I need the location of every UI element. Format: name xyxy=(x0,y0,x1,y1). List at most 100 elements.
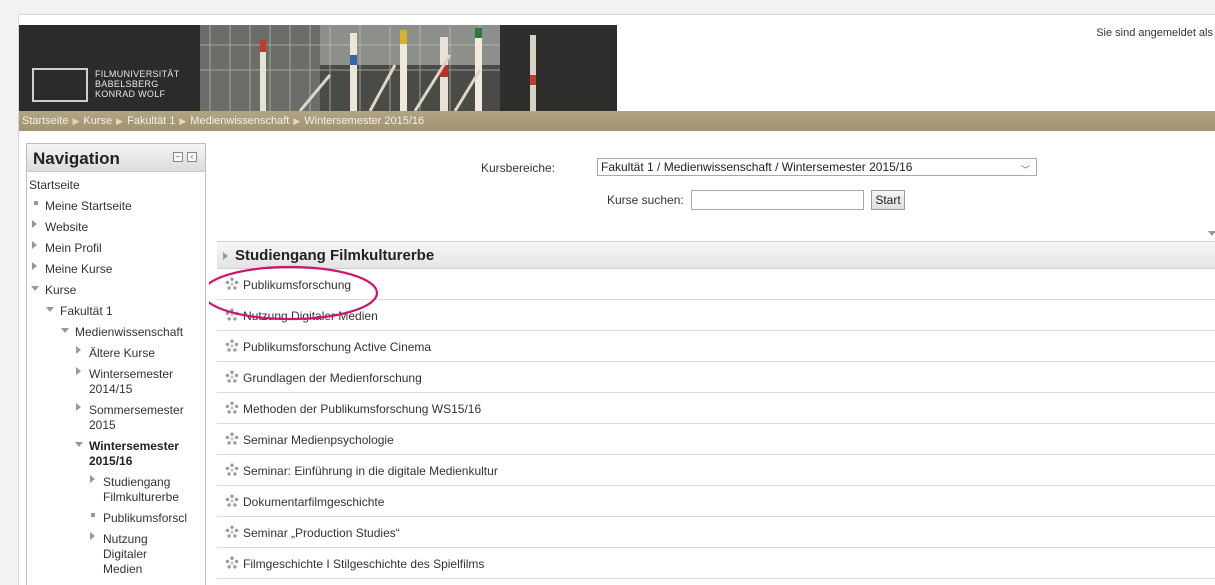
course-link[interactable]: Filmgeschichte I Stilgeschichte des Spie… xyxy=(243,557,484,571)
course-link[interactable]: Seminar Medienpsychologie xyxy=(243,433,394,447)
bullet-icon xyxy=(32,199,40,207)
course-row[interactable]: Publikumsforschung xyxy=(217,269,1215,300)
course-icon xyxy=(225,370,239,384)
nav-item-startseite[interactable]: Startseite xyxy=(27,175,205,196)
expand-arrow-icon xyxy=(223,252,228,260)
logo-line-2: BABELSBERG xyxy=(95,79,159,89)
course-row[interactable]: Film und Erziehung xyxy=(217,579,1215,585)
logo-frame-icon xyxy=(32,68,88,102)
expand-arrow-icon xyxy=(32,220,40,228)
logo-line-3: KONRAD WOLF xyxy=(95,89,166,99)
course-link[interactable]: Publikumsforschung Active Cinema xyxy=(243,340,431,354)
course-row[interactable]: Publikumsforschung Active Cinema xyxy=(217,331,1215,362)
collapse-arrow-icon xyxy=(31,286,39,294)
breadcrumb-separator-icon: ▶ xyxy=(293,116,301,126)
nav-item-nutzung-digitaler-medien[interactable]: Nutzung Digitaler Medien xyxy=(27,529,205,580)
university-logo[interactable]: FILMUNIVERSITÄT BABELSBERG KONRAD WOLF xyxy=(19,25,200,111)
breadcrumb-startseite[interactable]: Startseite xyxy=(22,115,68,127)
course-icon xyxy=(225,525,239,539)
expand-arrow-icon xyxy=(76,367,84,375)
nav-item-mein-profil[interactable]: Mein Profil xyxy=(27,238,205,259)
search-start-button[interactable]: Start xyxy=(871,190,905,210)
navigation-tree: Startseite Meine Startseite Website Mein… xyxy=(27,172,205,580)
course-row[interactable]: Grundlagen der Medienforschung xyxy=(217,362,1215,393)
nav-item-website[interactable]: Website xyxy=(27,217,205,238)
nav-item-meine-startseite[interactable]: Meine Startseite xyxy=(27,196,205,217)
expand-arrow-icon xyxy=(76,346,84,354)
nav-item-fakultaet-1[interactable]: Fakultät 1 xyxy=(27,301,205,322)
collapse-block-icon[interactable]: – xyxy=(173,152,183,162)
nav-item-label: Mein Profil xyxy=(45,241,102,255)
dock-block-icon[interactable]: ‹ xyxy=(187,152,197,162)
expand-arrow-icon xyxy=(32,241,40,249)
category-select[interactable]: Fakultät 1 / Medienwissenschaft / Winter… xyxy=(597,158,1037,176)
category-selected-value: Fakultät 1 / Medienwissenschaft / Winter… xyxy=(601,160,913,174)
nav-item-label: Wintersemester xyxy=(89,367,174,381)
collapse-arrow-icon xyxy=(75,442,83,450)
course-link[interactable]: Publikumsforschung xyxy=(243,278,351,292)
course-category-header[interactable]: Studiengang Filmkulturerbe xyxy=(217,241,1215,269)
course-icon xyxy=(225,277,239,291)
nav-item-medienwissenschaft[interactable]: Medienwissenschaft xyxy=(27,322,205,343)
breadcrumb-bar: Startseite ▶ Kurse ▶ Fakultät 1 ▶ Medienwissen… xyxy=(19,111,1215,131)
nav-item-aeltere-kurse[interactable]: Ältere Kurse xyxy=(27,343,205,364)
nav-item-meine-kurse[interactable]: Meine Kurse xyxy=(27,259,205,280)
expand-arrow-icon xyxy=(90,532,98,540)
nav-item-label-line2: Digitaler xyxy=(103,547,148,561)
nav-item-studiengang-filmkulturerbe[interactable]: Studiengang Filmkulturerbe xyxy=(27,472,205,508)
nav-item-label: Sommersemester xyxy=(89,403,184,417)
course-icon xyxy=(225,432,239,446)
course-link[interactable]: Dokumentarfilmgeschichte xyxy=(243,495,384,509)
breadcrumb-kurse[interactable]: Kurse xyxy=(83,115,112,127)
nav-item-label: Ältere Kurse xyxy=(89,346,156,360)
course-row[interactable]: Seminar „Production Studies“ xyxy=(217,517,1215,548)
nav-item-label-line2: Filmkulturerbe xyxy=(103,490,180,504)
main-content: Kursbereiche: Fakultät 1 / Medienwissens… xyxy=(209,143,1215,585)
nav-item-label: Wintersemester xyxy=(89,439,179,453)
breadcrumb-medienwissenschaft[interactable]: Medienwissenschaft xyxy=(190,115,289,127)
course-link[interactable]: Methoden der Publikumsforschung WS15/16 xyxy=(243,402,481,416)
course-row[interactable]: Dokumentarfilmgeschichte xyxy=(217,486,1215,517)
page-header: FILMUNIVERSITÄT BABELSBERG KONRAD WOLF S… xyxy=(19,15,1215,111)
course-icon xyxy=(225,463,239,477)
breadcrumb-separator-icon: ▶ xyxy=(179,116,187,126)
course-link[interactable]: Seminar: Einführung in die digitale Medi… xyxy=(243,464,498,478)
course-row[interactable]: Seminar Medienpsychologie xyxy=(217,424,1215,455)
nav-item-ss-2015[interactable]: Sommersemester 2015 xyxy=(27,400,205,436)
course-category-title: Studiengang Filmkulturerbe xyxy=(235,247,435,264)
nav-item-label: Website xyxy=(45,220,89,234)
navigation-header: Navigation – ‹ xyxy=(27,144,205,172)
nav-item-kurse[interactable]: Kurse xyxy=(27,280,205,301)
collapse-arrow-icon[interactable] xyxy=(1208,231,1215,236)
breadcrumb-separator-icon: ▶ xyxy=(72,116,80,126)
course-row[interactable]: Filmgeschichte I Stilgeschichte des Spie… xyxy=(217,548,1215,579)
nav-item-ws-2015-16[interactable]: Wintersemester 2015/16 xyxy=(27,436,205,472)
nav-item-label: Publikumsforscl xyxy=(103,511,188,525)
course-link[interactable]: Nutzung Digitaler Medien xyxy=(243,309,378,323)
nav-item-publikumsforschung[interactable]: Publikumsforscl xyxy=(27,508,205,529)
nav-item-label-line3: Medien xyxy=(103,562,143,576)
nav-item-ws-2014-15[interactable]: Wintersemester 2014/15 xyxy=(27,364,205,400)
breadcrumb-fakultaet[interactable]: Fakultät 1 xyxy=(127,115,175,127)
course-link[interactable]: Grundlagen der Medienforschung xyxy=(243,371,422,385)
navigation-title: Navigation xyxy=(33,149,120,168)
course-row[interactable]: Seminar: Einführung in die digitale Medi… xyxy=(217,455,1215,486)
nav-item-label-line2: 2015 xyxy=(89,418,116,432)
course-row[interactable]: Methoden der Publikumsforschung WS15/16 xyxy=(217,393,1215,424)
nav-item-label: Studiengang xyxy=(103,475,171,489)
logo-line-1: FILMUNIVERSITÄT xyxy=(95,69,180,79)
nav-item-label: Kurse xyxy=(45,283,77,297)
nav-item-label: Nutzung xyxy=(103,532,148,546)
header-campus-photo xyxy=(200,25,617,111)
nav-item-label-line2: 2015/16 xyxy=(89,454,133,468)
breadcrumb-separator-icon: ▶ xyxy=(116,116,124,126)
login-info: Sie sind angemeldet als xyxy=(1096,27,1213,39)
course-row[interactable]: Nutzung Digitaler Medien xyxy=(217,300,1215,331)
nav-item-label-line2: 2014/15 xyxy=(89,382,133,396)
collapse-arrow-icon xyxy=(46,307,54,315)
course-search-input[interactable] xyxy=(691,190,864,210)
expand-arrow-icon xyxy=(90,475,98,483)
bullet-icon xyxy=(89,511,97,519)
campus-photo-illustration xyxy=(200,25,617,111)
course-link[interactable]: Seminar „Production Studies“ xyxy=(243,526,400,540)
